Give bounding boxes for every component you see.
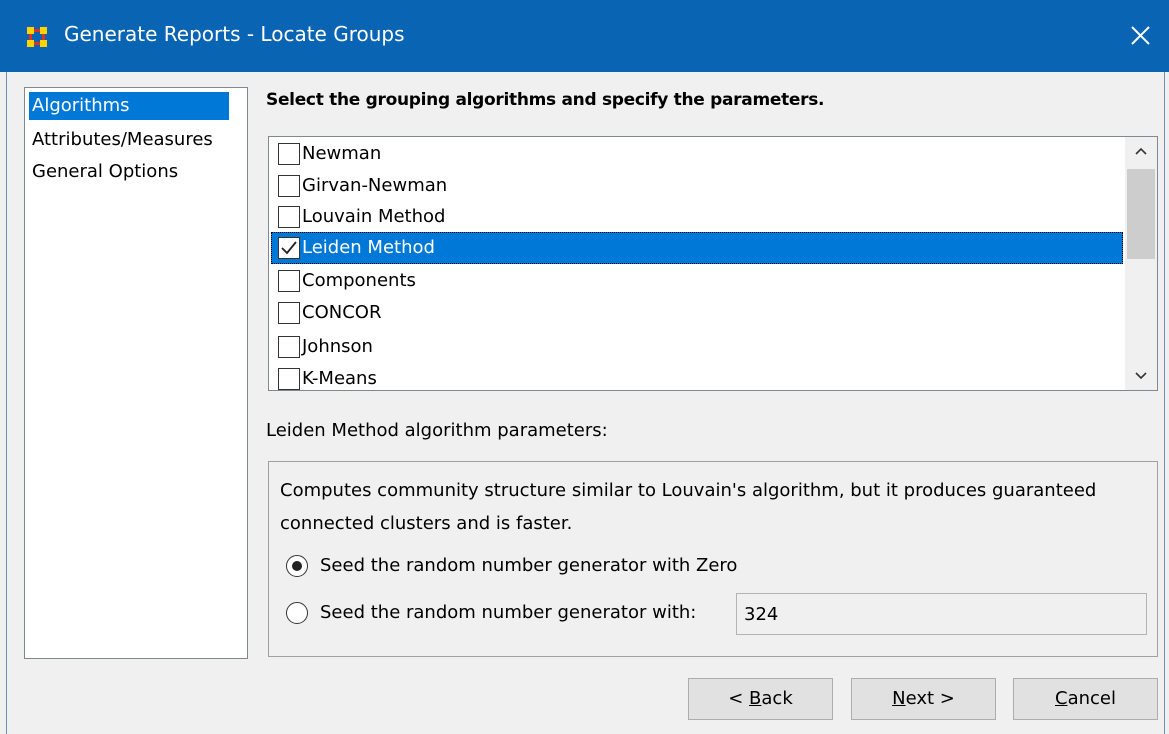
girvan-newman-checkbox[interactable] (278, 175, 300, 197)
seed-custom-radio[interactable] (286, 602, 308, 624)
algorithm-label: Newman (302, 143, 382, 164)
algorithm-label: CONCOR (302, 302, 382, 323)
radio-selected-dot (292, 561, 302, 571)
page-heading: Select the grouping algorithms and speci… (266, 90, 825, 110)
parameters-label: Leiden Method algorithm parameters: (266, 420, 608, 441)
seed-custom-option[interactable]: Seed the random number generator with: (286, 598, 726, 628)
next-button-mnemonic: N (892, 688, 906, 709)
next-button-rest: ext > (905, 688, 955, 709)
seed-zero-option[interactable]: Seed the random number generator with Ze… (286, 551, 766, 581)
list-item-girvan-newman[interactable]: Girvan-Newman (271, 170, 1123, 202)
k-means-checkbox[interactable] (278, 368, 300, 390)
checkmark-icon (281, 241, 297, 255)
list-item-components[interactable]: Components (271, 265, 1123, 297)
algorithm-label: Leiden Method (302, 237, 435, 258)
chevron-down-icon (1135, 372, 1147, 380)
louvain-method-checkbox[interactable] (278, 206, 300, 228)
scroll-thumb[interactable] (1127, 169, 1155, 259)
back-button[interactable]: < Back (688, 678, 833, 720)
app-grid-icon (27, 27, 47, 47)
nav-item-algorithms[interactable]: Algorithms (29, 92, 229, 120)
scroll-up-button[interactable] (1125, 137, 1157, 165)
scroll-down-button[interactable] (1125, 362, 1157, 390)
nav-item-attributes-measures[interactable]: Attributes/Measures (29, 126, 216, 154)
algorithm-label: K-Means (302, 368, 377, 389)
algorithm-label: Louvain Method (302, 206, 446, 227)
list-item-louvain-method[interactable]: Louvain Method (271, 201, 1123, 233)
algorithm-label: Components (302, 270, 416, 291)
seed-zero-label: Seed the random number generator with Ze… (320, 555, 738, 576)
cancel-button-rest: ancel (1067, 688, 1116, 709)
back-button-mnemonic: B (749, 688, 762, 709)
algorithm-description: Computes community structure similar to … (280, 480, 1097, 534)
chevron-up-icon (1135, 147, 1147, 155)
list-item-k-means[interactable]: K-Means (271, 363, 1123, 390)
category-list: Algorithms Attributes/Measures General O… (24, 87, 248, 659)
list-item-johnson[interactable]: Johnson (271, 331, 1123, 363)
seed-zero-radio[interactable] (286, 555, 308, 577)
leiden-method-checkbox[interactable] (278, 237, 300, 259)
newman-checkbox[interactable] (278, 143, 300, 165)
nav-item-general-options[interactable]: General Options (29, 158, 181, 186)
algorithm-list: Newman Girvan-Newman Louvain Method Leid… (268, 136, 1158, 391)
cancel-button-mnemonic: C (1055, 688, 1068, 709)
concor-checkbox[interactable] (278, 302, 300, 324)
list-item-newman[interactable]: Newman (271, 138, 1123, 170)
back-button-rest: ack (761, 688, 793, 709)
list-item-leiden-method[interactable]: Leiden Method (271, 232, 1123, 264)
vertical-scrollbar[interactable] (1125, 137, 1157, 390)
title-bar: Generate Reports - Locate Groups (0, 0, 1169, 72)
cancel-button[interactable]: Cancel (1013, 678, 1158, 720)
seed-value-input[interactable] (736, 593, 1147, 635)
close-button[interactable] (1118, 14, 1162, 58)
back-button-prefix: < (728, 688, 750, 709)
components-checkbox[interactable] (278, 270, 300, 292)
seed-custom-label: Seed the random number generator with: (320, 602, 697, 623)
list-item-concor[interactable]: CONCOR (271, 297, 1123, 329)
johnson-checkbox[interactable] (278, 336, 300, 358)
algorithm-label: Johnson (302, 336, 373, 357)
close-icon (1131, 26, 1150, 45)
window-title: Generate Reports - Locate Groups (64, 22, 405, 46)
next-button[interactable]: Next > (851, 678, 996, 720)
algorithm-label: Girvan-Newman (302, 175, 448, 196)
